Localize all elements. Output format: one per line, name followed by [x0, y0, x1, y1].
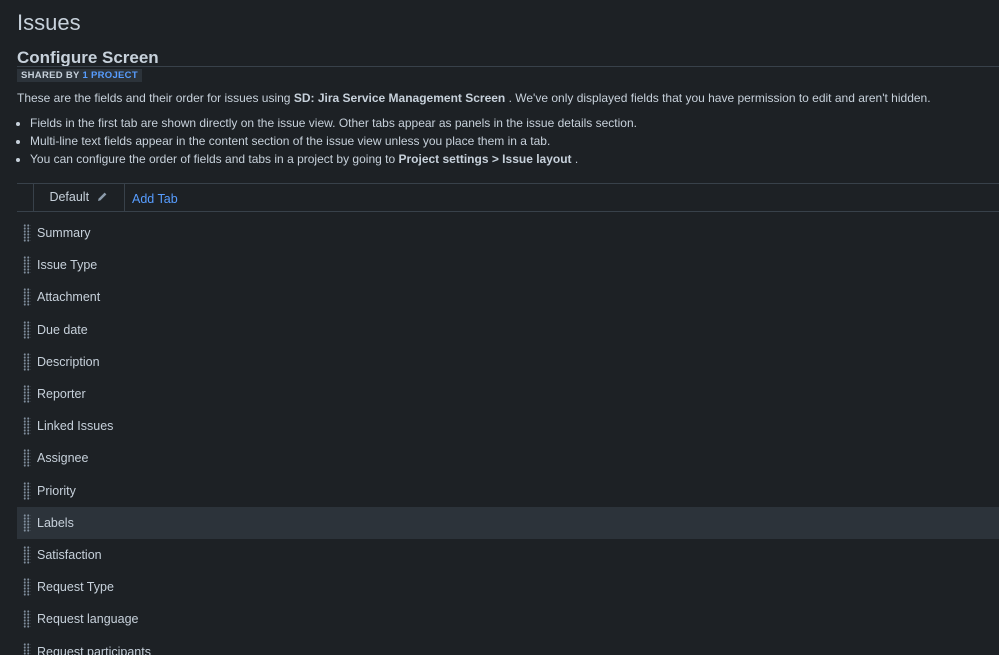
drag-handle-icon[interactable] — [23, 545, 31, 564]
add-tab-link[interactable]: Add Tab — [132, 184, 178, 211]
field-name: Request participants — [37, 644, 151, 655]
field-name: Description — [37, 354, 100, 369]
field-row[interactable]: Description — [17, 346, 999, 378]
field-name: Priority — [37, 483, 76, 498]
field-name: Linked Issues — [37, 419, 114, 434]
tab-default[interactable]: Default — [33, 184, 125, 211]
field-row[interactable]: Labels — [17, 506, 999, 539]
drag-handle-icon[interactable] — [23, 610, 31, 629]
info-bullet: Multi-line text fields appear in the con… — [30, 132, 637, 150]
field-name: Request language — [37, 612, 139, 627]
drag-handle-icon[interactable] — [23, 320, 31, 339]
drag-handle-icon[interactable] — [23, 256, 31, 275]
configure-screen-page: Issues Configure Screen SHARED BY 1 PROJ… — [0, 0, 999, 655]
field-name: Reporter — [37, 387, 86, 402]
field-name: Summary — [37, 226, 91, 241]
screen-name: SD: Jira Service Management Screen — [293, 91, 506, 105]
info-bullet: You can configure the order of fields an… — [30, 150, 637, 168]
field-name: Assignee — [37, 451, 89, 466]
tab-default-label: Default — [49, 190, 90, 204]
page-title: Issues — [17, 10, 81, 35]
intro-text: These are the fields and their order for… — [17, 90, 931, 106]
shared-by-label: SHARED BY — [21, 70, 80, 81]
intro-suffix: . We've only displayed fields that you h… — [508, 91, 931, 105]
field-row[interactable]: Linked Issues — [17, 410, 999, 442]
field-row[interactable]: Assignee — [17, 442, 999, 474]
field-row[interactable]: Issue Type — [17, 249, 999, 281]
issue-layout-path: Project settings > Issue layout — [398, 152, 572, 166]
field-row[interactable]: Reporter — [17, 378, 999, 410]
drag-handle-icon[interactable] — [23, 449, 31, 468]
section-divider — [17, 66, 999, 67]
bullet-three-suffix: . — [574, 152, 579, 166]
drag-handle-icon[interactable] — [23, 513, 31, 532]
field-name: Request Type — [37, 580, 114, 595]
tab-bar-spacer — [17, 184, 34, 211]
shared-by-badge: SHARED BY 1 PROJECT — [17, 69, 142, 82]
shared-projects-link[interactable]: 1 PROJECT — [82, 70, 138, 81]
bullet-three-prefix: You can configure the order of fields an… — [30, 152, 396, 166]
intro-prefix: These are the fields and their order for… — [17, 91, 291, 105]
info-bullets: Fields in the first tab are shown direct… — [17, 114, 637, 168]
field-name: Attachment — [37, 290, 101, 305]
field-row[interactable]: Request language — [17, 603, 999, 635]
field-name: Satisfaction — [37, 547, 102, 562]
field-row[interactable]: Due date — [17, 314, 999, 346]
field-list: Summary Issue Type Attachment Due date Descr… — [17, 217, 999, 655]
field-name: Issue Type — [37, 258, 98, 273]
info-bullet: Fields in the first tab are shown direct… — [30, 114, 637, 132]
drag-handle-icon[interactable] — [23, 224, 31, 243]
field-row[interactable]: Request participants — [17, 635, 999, 655]
field-row[interactable]: Priority — [17, 475, 999, 507]
drag-handle-icon[interactable] — [23, 352, 31, 371]
field-name: Due date — [37, 322, 88, 337]
field-row[interactable]: Attachment — [17, 281, 999, 313]
drag-handle-icon[interactable] — [23, 578, 31, 597]
field-row[interactable]: Request Type — [17, 571, 999, 603]
drag-handle-icon[interactable] — [23, 642, 31, 655]
field-name: Labels — [37, 515, 74, 530]
drag-handle-icon[interactable] — [23, 385, 31, 404]
field-row[interactable]: Satisfaction — [17, 539, 999, 571]
drag-handle-icon[interactable] — [23, 288, 31, 307]
drag-handle-icon[interactable] — [23, 481, 31, 500]
tab-bar: Default Add Tab — [17, 183, 999, 212]
drag-handle-icon[interactable] — [23, 417, 31, 436]
field-row[interactable]: Summary — [17, 217, 999, 249]
pencil-icon[interactable] — [97, 185, 108, 212]
